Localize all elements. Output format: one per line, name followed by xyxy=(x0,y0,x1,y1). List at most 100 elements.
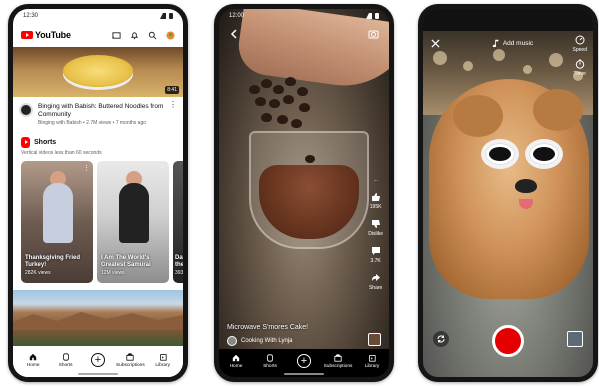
short-card[interactable]: ⋮ Thanksgiving Fried Turkey! 282K views xyxy=(21,161,93,283)
shorts-nav-icon xyxy=(267,353,273,362)
home-indicator[interactable] xyxy=(78,373,118,375)
status-bar: 12:00 xyxy=(219,9,389,23)
speed-icon xyxy=(575,35,585,45)
phone-shorts-camera: Add music Speed Timer xyxy=(418,4,598,382)
lens xyxy=(525,139,563,169)
status-time: 12:30 xyxy=(23,13,39,19)
short-views: 282K views xyxy=(25,270,51,277)
search-icon[interactable] xyxy=(148,31,157,40)
add-music-label: Add music xyxy=(502,39,534,47)
nav-subscriptions[interactable]: Subscriptions xyxy=(323,353,353,369)
nav-subscriptions[interactable]: Subscriptions xyxy=(115,352,145,368)
nav-home[interactable]: Home xyxy=(221,354,251,369)
avatar[interactable] xyxy=(166,30,175,40)
status-icons xyxy=(366,13,379,19)
channel-name[interactable]: Cooking With Lynja xyxy=(241,338,292,344)
short-card[interactable]: Dav the i393 xyxy=(173,161,183,283)
nav-library[interactable]: Library xyxy=(148,353,178,368)
nav-create[interactable]: + xyxy=(83,353,113,367)
next-video-thumbnail[interactable] xyxy=(13,290,183,346)
youtube-logo[interactable]: YouTube xyxy=(21,30,71,40)
close-icon[interactable] xyxy=(431,38,440,48)
lens xyxy=(481,139,519,169)
thumbs-down-icon xyxy=(371,220,380,228)
dislike-label: Dislike xyxy=(368,231,383,237)
shorts-shelf: ⋮ Thanksgiving Fried Turkey! 282K views ⋮… xyxy=(21,161,183,285)
chip xyxy=(297,87,308,96)
like-button[interactable]: 195K xyxy=(370,192,381,210)
bell-icon[interactable] xyxy=(130,31,139,40)
gallery-button[interactable] xyxy=(567,331,583,347)
comments-button[interactable]: 3.7K xyxy=(370,246,381,264)
cast-icon[interactable] xyxy=(112,31,121,40)
timer-button[interactable]: Timer xyxy=(573,59,586,77)
shorts-subtitle: Vertical videos less than 60 seconds xyxy=(21,150,102,156)
short-card[interactable]: ⋮ I Am The World's Greatest Samurai 12M v… xyxy=(97,161,169,283)
bokeh-light xyxy=(433,51,447,65)
camera-side-controls: Speed Timer xyxy=(573,35,587,77)
bokeh-light xyxy=(463,61,473,71)
chip xyxy=(255,97,266,106)
timer-icon xyxy=(575,59,584,69)
sound-thumbnail[interactable] xyxy=(368,333,381,346)
back-arrow-icon[interactable] xyxy=(229,29,239,39)
bokeh-light xyxy=(523,65,532,74)
glass-mug-image xyxy=(249,131,369,249)
action-rail: ... 195K Dislike 3.7K Share xyxy=(368,177,383,291)
video-title[interactable]: Binging with Babish: Buttered Noodles fr… xyxy=(38,103,164,119)
person-figure xyxy=(43,183,73,243)
nav-label: Shorts xyxy=(263,363,277,369)
home-indicator[interactable] xyxy=(284,373,324,375)
thumbs-up-icon xyxy=(371,193,380,201)
short-title: I Am The World's Greatest Samurai xyxy=(101,255,151,269)
more-button[interactable]: ... xyxy=(374,177,378,183)
chip xyxy=(261,113,272,122)
video-thumbnail[interactable]: 8:41 xyxy=(13,47,183,97)
nav-home[interactable]: Home xyxy=(18,353,48,368)
home-screen: 12:30 YouTube 8:41 Binging with Babish: … xyxy=(13,9,183,377)
phone-home-feed: 12:30 YouTube 8:41 Binging with Babish: … xyxy=(8,4,188,382)
chip xyxy=(285,77,296,86)
phone-shorts-player: 12:00 ... 195K Dislike 3.7K Share Microw… xyxy=(214,4,394,382)
chip xyxy=(299,103,310,112)
nav-library[interactable]: Library xyxy=(357,354,387,369)
flip-camera-button[interactable] xyxy=(433,331,449,347)
speed-button[interactable]: Speed xyxy=(573,35,587,53)
dislike-button[interactable]: Dislike xyxy=(368,219,383,237)
shorts-player-screen: 12:00 ... 195K Dislike 3.7K Share Microw… xyxy=(219,9,389,377)
record-button[interactable] xyxy=(492,325,524,357)
nav-shorts[interactable]: Shorts xyxy=(255,353,285,369)
channel-avatar[interactable] xyxy=(227,336,237,346)
nav-label: Subscriptions xyxy=(323,363,353,369)
short-title: Microwave S'mores Cake! xyxy=(227,324,309,331)
channel-avatar[interactable] xyxy=(19,103,33,117)
nav-label: Subscriptions xyxy=(115,362,145,368)
video-info[interactable]: Binging with Babish: Buttered Noodles fr… xyxy=(13,99,183,133)
nav-create[interactable]: + xyxy=(289,354,319,368)
status-icons xyxy=(160,13,173,19)
add-music-button[interactable]: Add music xyxy=(492,39,533,47)
short-views: 393 xyxy=(175,270,183,277)
video-meta: Binging with Babish • 2.7M views • 7 mon… xyxy=(38,120,147,127)
timer-label: Timer xyxy=(573,71,587,77)
short-more-icon[interactable]: ⋮ xyxy=(159,164,166,172)
app-header: YouTube xyxy=(13,25,183,45)
camera-icon[interactable] xyxy=(368,29,379,39)
chocolate-chips-image xyxy=(245,75,317,139)
share-button[interactable]: Share xyxy=(369,273,382,291)
nav-label: Home xyxy=(229,363,243,369)
channel-row[interactable]: Cooking With Lynja xyxy=(227,336,292,346)
more-options-icon[interactable]: ⋮ xyxy=(169,101,177,129)
create-icon: + xyxy=(297,354,311,368)
comment-count: 3.7K xyxy=(370,258,381,264)
library-icon xyxy=(159,353,167,361)
short-caption: I Am The World's Greatest Samurai 12M vie… xyxy=(101,255,165,277)
short-more-icon[interactable]: ⋮ xyxy=(83,164,90,172)
nav-shorts[interactable]: Shorts xyxy=(51,352,81,368)
falling-chip xyxy=(305,155,315,163)
share-icon xyxy=(371,274,380,281)
short-title: Dav the i xyxy=(175,255,183,269)
subscriptions-icon xyxy=(126,352,134,361)
home-icon xyxy=(29,353,37,360)
create-icon: + xyxy=(90,353,105,367)
